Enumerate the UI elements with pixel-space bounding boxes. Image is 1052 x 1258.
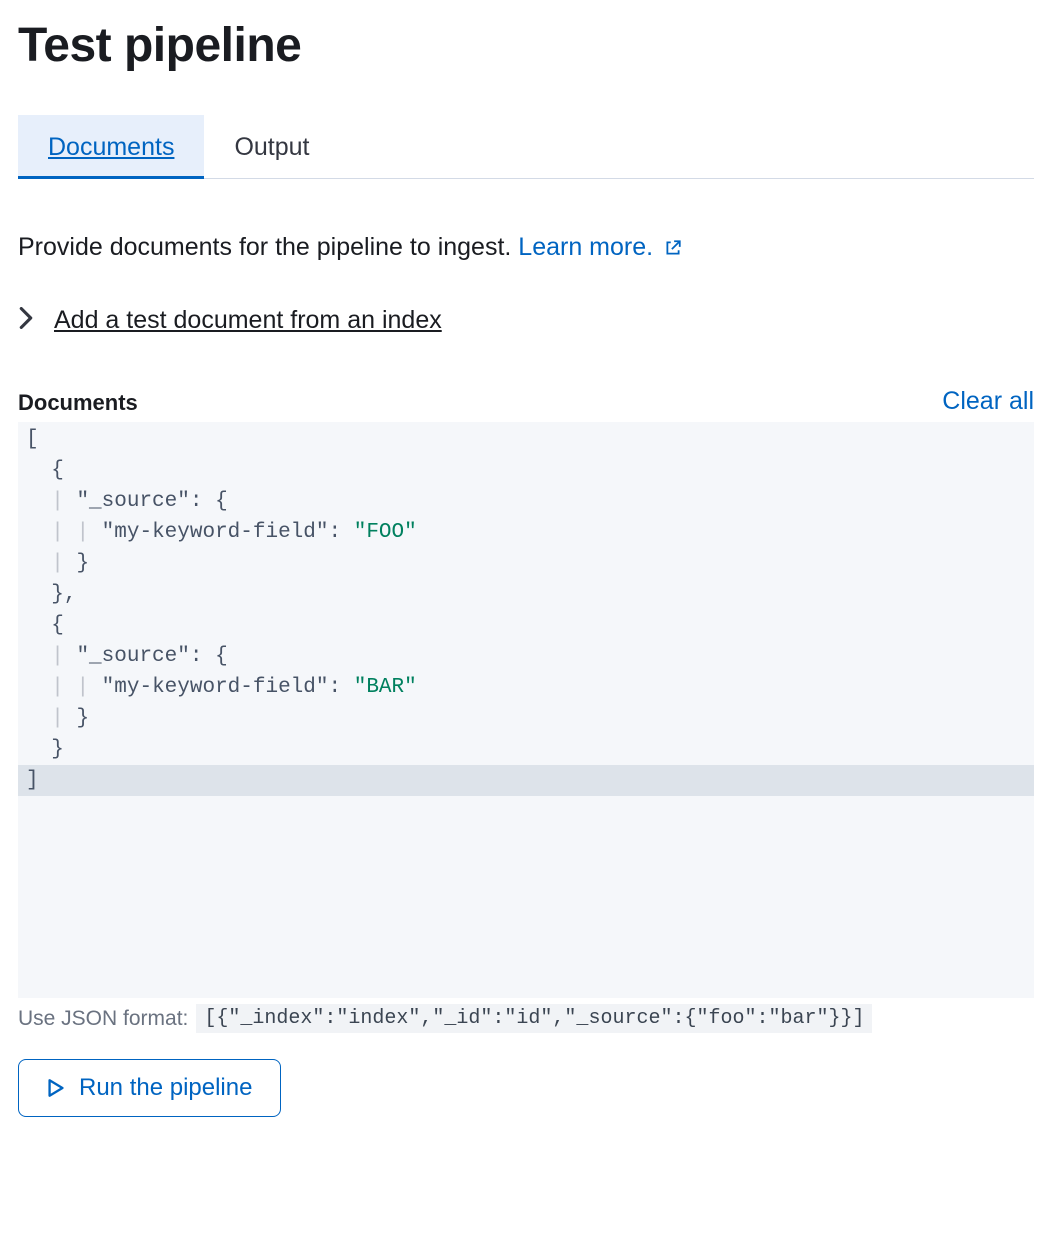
page-title: Test pipeline	[18, 18, 1034, 73]
documents-label: Documents	[18, 390, 138, 416]
add-test-doc-toggle[interactable]: Add a test document from an index	[18, 306, 1034, 335]
run-pipeline-button[interactable]: Run the pipeline	[18, 1059, 281, 1117]
intro-static: Provide documents for the pipeline to in…	[18, 233, 518, 261]
intro-text: Provide documents for the pipeline to in…	[18, 233, 1034, 264]
external-link-icon	[664, 235, 682, 264]
learn-more-label: Learn more.	[518, 233, 653, 261]
format-hint-label: Use JSON format:	[18, 1007, 188, 1031]
tab-documents[interactable]: Documents	[18, 115, 204, 178]
learn-more-link[interactable]: Learn more.	[518, 233, 682, 261]
documents-header: Documents Clear all	[18, 387, 1034, 416]
documents-editor[interactable]: [ { | "_source": { | | "my-keyword-field…	[18, 422, 1034, 998]
chevron-right-icon	[18, 307, 34, 335]
format-hint: Use JSON format: [{"_index":"index","_id…	[18, 1004, 1034, 1033]
format-hint-example: [{"_index":"index","_id":"id","_source":…	[196, 1004, 872, 1033]
play-icon	[47, 1079, 65, 1097]
tab-output[interactable]: Output	[204, 115, 339, 178]
run-pipeline-label: Run the pipeline	[79, 1074, 252, 1102]
clear-all-link[interactable]: Clear all	[942, 387, 1034, 416]
add-test-doc-label: Add a test document from an index	[54, 306, 442, 335]
tab-bar: Documents Output	[18, 115, 1034, 179]
